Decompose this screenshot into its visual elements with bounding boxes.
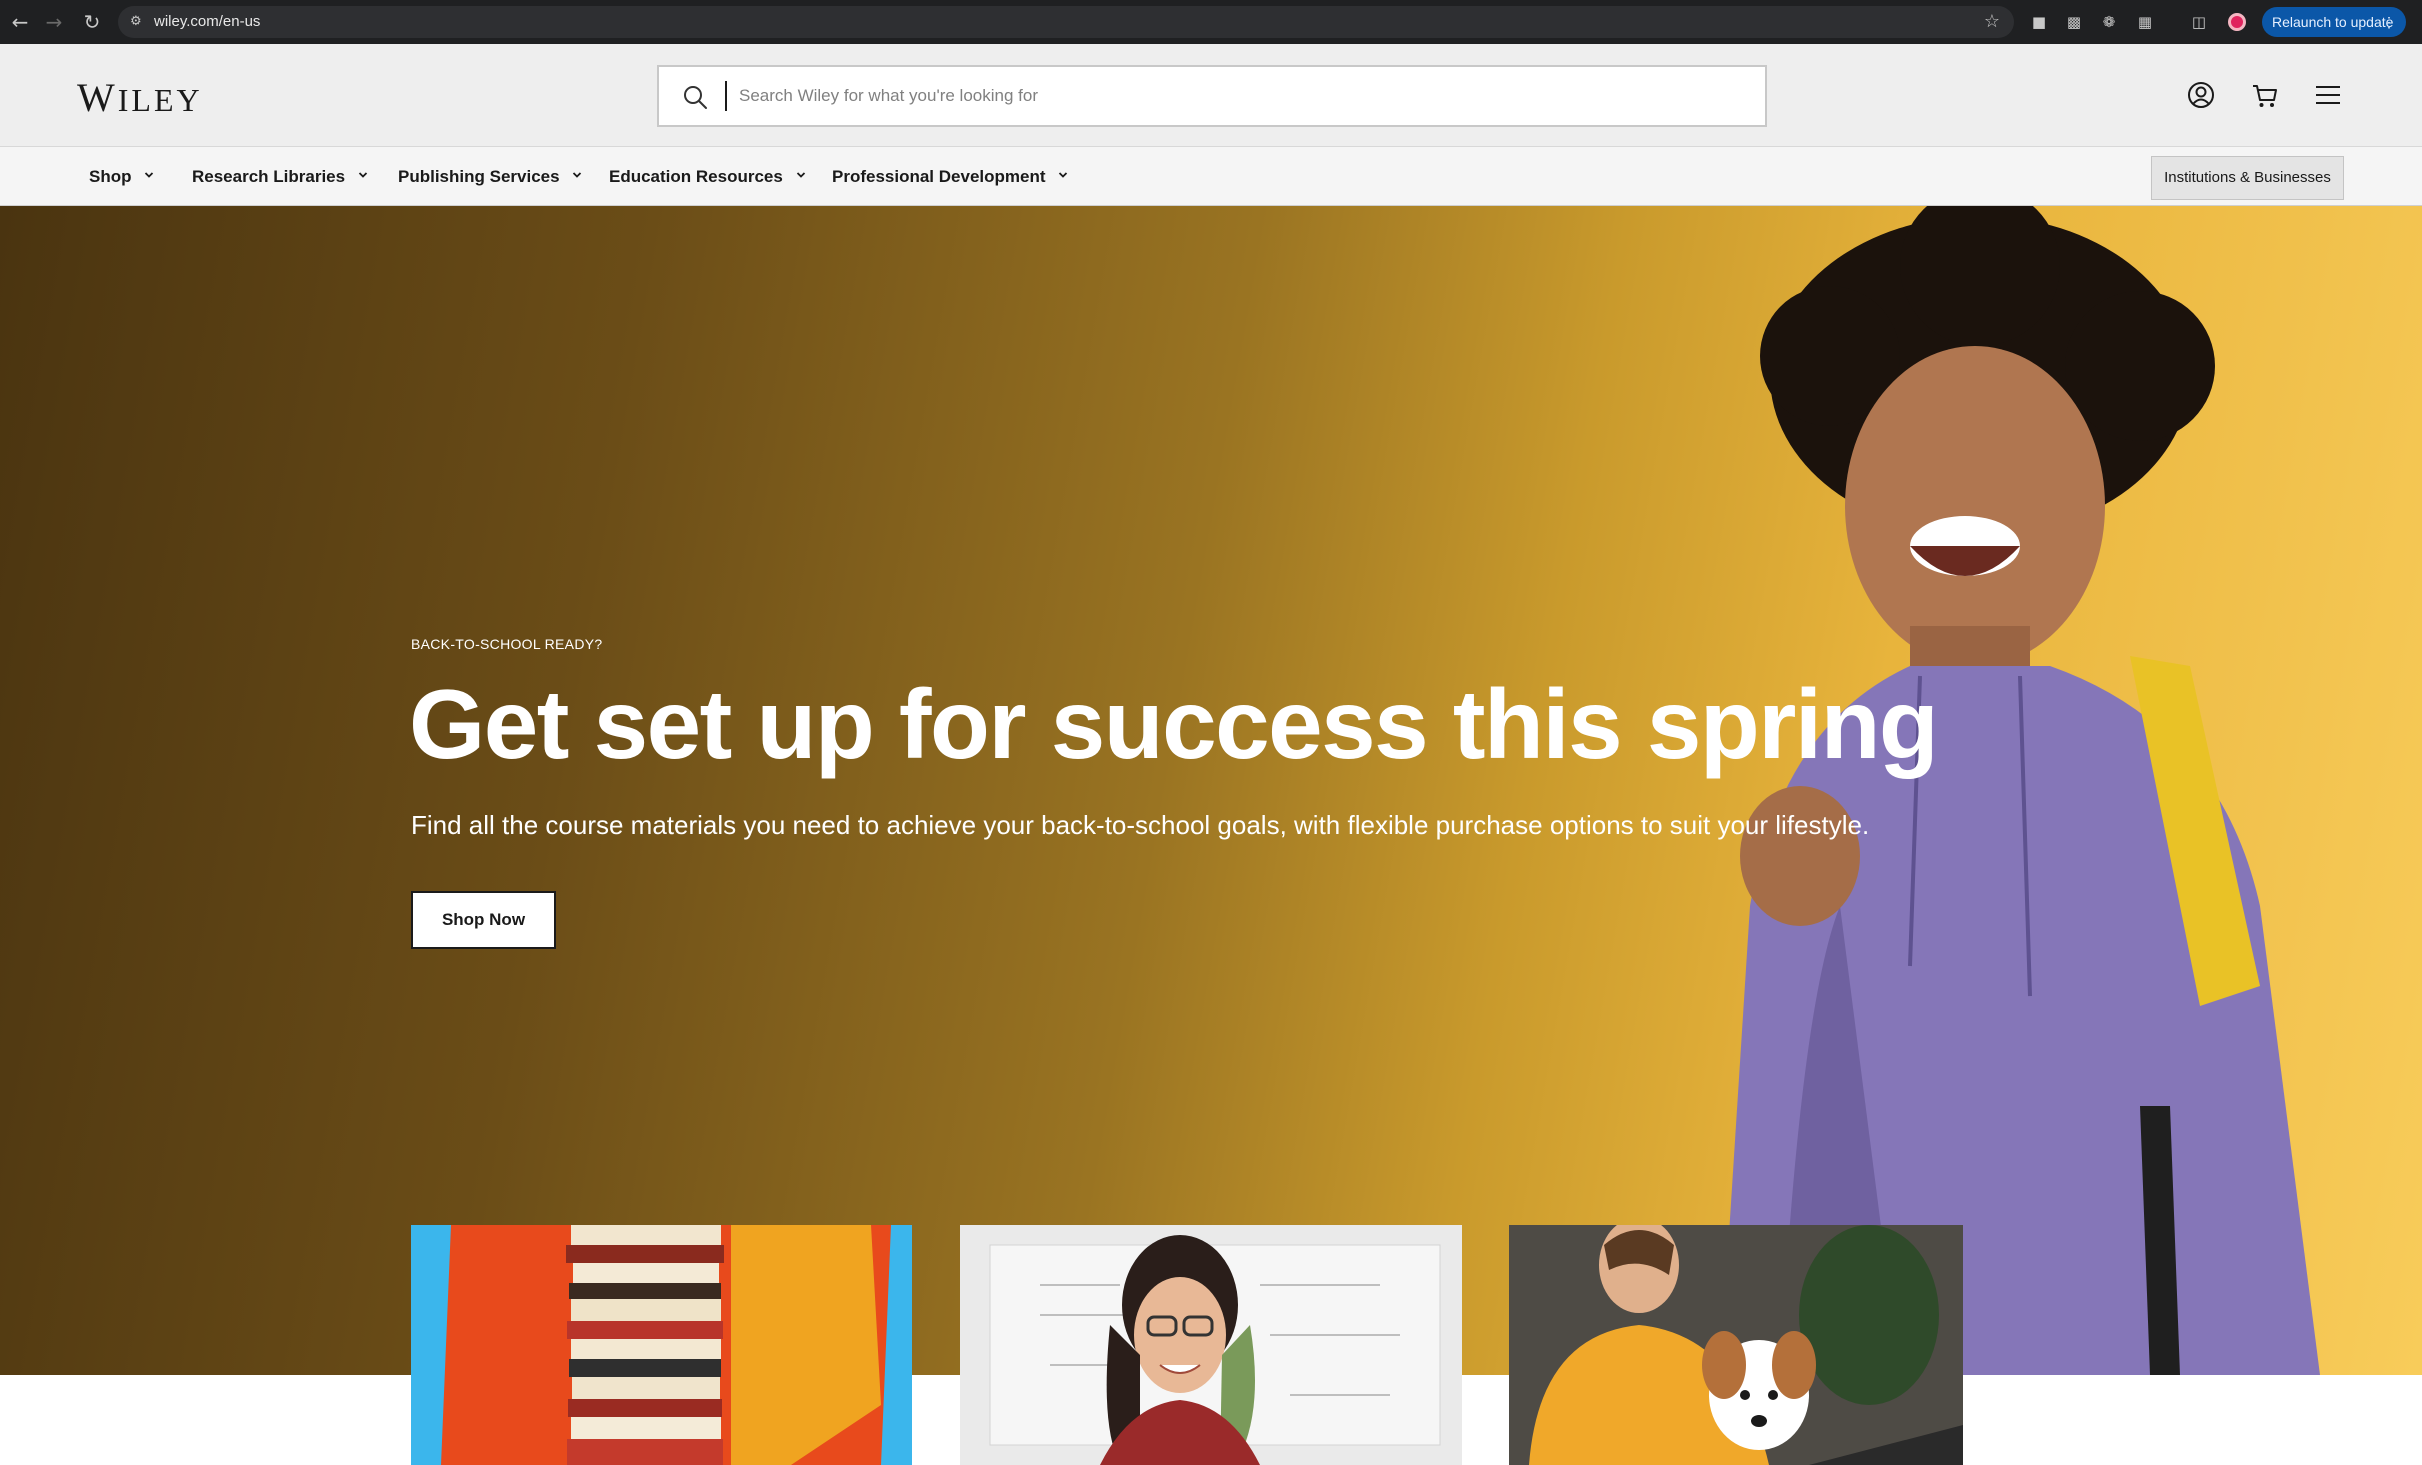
shop-now-button[interactable]: Shop Now [411,891,556,949]
main-nav: Shop Research Libraries Publishing Servi… [0,146,2422,206]
hero-headline: Get set up for success this spring [409,669,1939,779]
url-text: wiley.com/en-us [154,13,261,30]
nav-item-label: Publishing Services [398,167,560,186]
user-icon[interactable] [2184,78,2218,112]
card-image-smiling-student [960,1225,1462,1465]
relaunch-label: Relaunch to update [2272,14,2394,30]
cart-icon[interactable] [2248,78,2282,112]
more-vertical-icon[interactable]: ⋮ [2382,7,2396,37]
extension-icon[interactable]: ❁ [2098,11,2120,33]
book-stack [566,1225,724,1465]
extension-icon[interactable]: ▩ [2063,11,2085,33]
back-arrow-icon[interactable]: ← [8,10,32,34]
profile-avatar[interactable] [2228,13,2246,31]
relaunch-button[interactable]: Relaunch to update ⋮ [2262,7,2406,37]
search-icon[interactable] [681,83,709,111]
hamburger-icon[interactable] [2311,78,2345,112]
star-icon[interactable]: ☆ [1984,11,2000,32]
forward-arrow-icon[interactable]: → [42,10,66,34]
nav-item-label: Shop [89,167,132,186]
reload-icon[interactable]: ↻ [80,10,104,34]
address-bar[interactable]: ⚙ wiley.com/en-us ☆ [118,6,2014,38]
hero-banner: BACK-TO-SCHOOL READY? Get set up for suc… [0,206,2422,1375]
nav-item-label: Research Libraries [192,167,346,186]
search-bar[interactable] [657,65,1767,127]
nav-item-label: Professional Development [832,167,1046,186]
extension-icon[interactable]: ■ [2028,11,2050,33]
chevron-down-icon [358,172,367,178]
nav-item-publishing-services[interactable]: Publishing Services [398,164,582,190]
feature-card-books[interactable] [411,1225,912,1465]
puzzle-icon[interactable]: ▦ [2134,11,2156,33]
card-image-woman-with-dog [1509,1225,1963,1465]
chevron-down-icon [145,172,154,178]
nav-item-shop[interactable]: Shop [89,164,154,190]
hero-subhead: Find all the course materials you need t… [411,810,1870,840]
nav-item-label: Education Resources [609,167,783,186]
feature-card-professional[interactable] [1509,1225,1963,1465]
chevron-down-icon [796,172,805,178]
site-settings-icon[interactable]: ⚙ [130,13,148,31]
site-header: WILEY [0,44,2422,146]
hero-eyebrow: BACK-TO-SCHOOL READY? [411,636,603,652]
nav-item-professional-development[interactable]: Professional Development [832,164,1068,190]
chevron-down-icon [1059,172,1068,178]
search-input[interactable] [739,79,1739,113]
side-panel-icon[interactable]: ◫ [2188,11,2210,33]
chevron-down-icon [573,172,582,178]
hero-student-image [1720,206,2320,1375]
card-image-stacked-books [411,1225,912,1465]
feature-card-student[interactable] [960,1225,1462,1465]
browser-toolbar: ← → ↻ ⚙ wiley.com/en-us ☆ ■ ▩ ❁ ▦ ◫ Rela… [0,0,2422,44]
nav-item-research-libraries[interactable]: Research Libraries [192,164,368,190]
nav-item-education-resources[interactable]: Education Resources [609,164,806,190]
text-caret [725,81,727,111]
institutions-businesses-button[interactable]: Institutions & Businesses [2151,156,2344,200]
wiley-logo[interactable]: WILEY [77,74,203,121]
